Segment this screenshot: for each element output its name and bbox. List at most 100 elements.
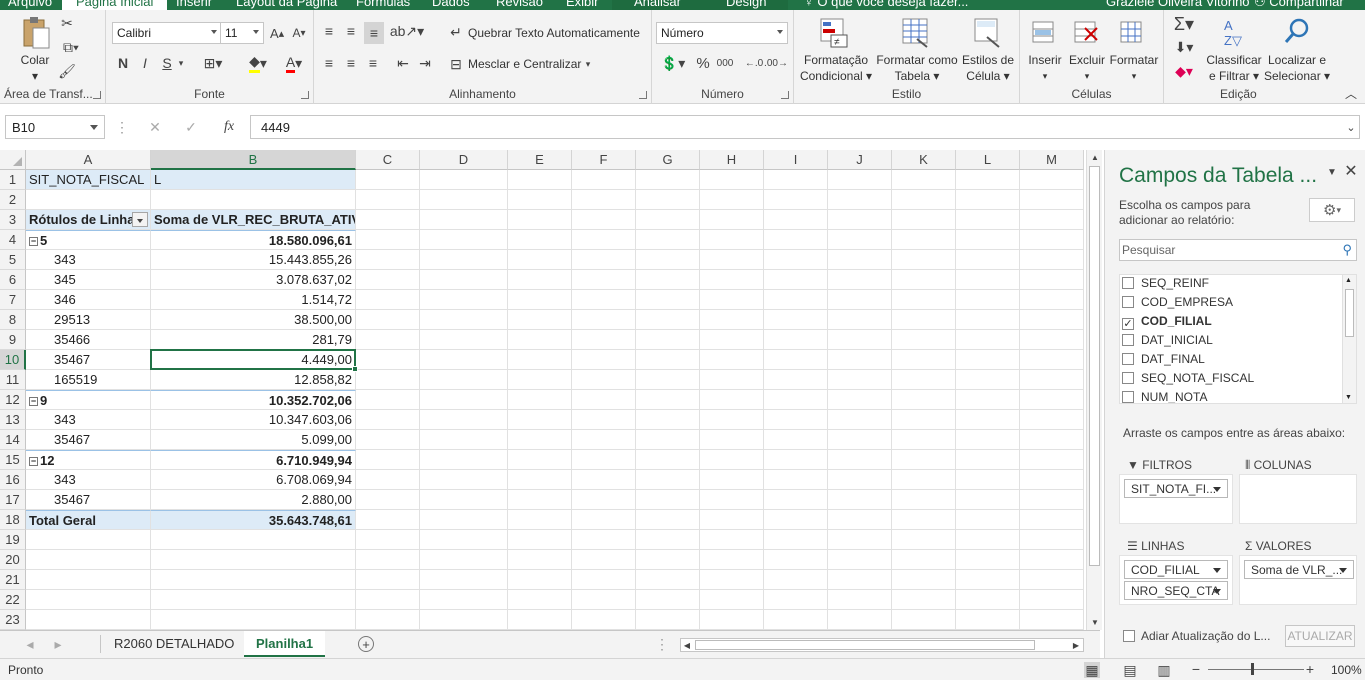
- cell-b15[interactable]: 6.710.949,94: [151, 450, 356, 470]
- cell-i2[interactable]: [764, 190, 828, 210]
- update-button[interactable]: ATUALIZAR: [1285, 625, 1355, 647]
- cell-j21[interactable]: [828, 570, 892, 590]
- cell-b4[interactable]: 18.580.096,61: [151, 230, 356, 250]
- tab-split-grip-icon[interactable]: ⋮: [655, 636, 669, 652]
- cell-l8[interactable]: [956, 310, 1020, 330]
- cell-c3[interactable]: [356, 210, 420, 230]
- cell-d19[interactable]: [420, 530, 508, 550]
- cell-f17[interactable]: [572, 490, 636, 510]
- fill-icon[interactable]: ⬇▾: [1170, 38, 1198, 56]
- merge-center-button[interactable]: Mesclar e Centralizar: [468, 57, 581, 71]
- cell-g9[interactable]: [636, 330, 700, 350]
- cell-b13[interactable]: 10.347.603,06: [151, 410, 356, 430]
- cell-a21[interactable]: [26, 570, 151, 590]
- formula-input[interactable]: 4449: [250, 115, 1360, 139]
- cell-e6[interactable]: [508, 270, 572, 290]
- cell-e11[interactable]: [508, 370, 572, 390]
- cell-h10[interactable]: [700, 350, 764, 370]
- cell-f7[interactable]: [572, 290, 636, 310]
- cell-h19[interactable]: [700, 530, 764, 550]
- filter-field-pill[interactable]: SIT_NOTA_FI...: [1124, 479, 1228, 498]
- cell-j13[interactable]: [828, 410, 892, 430]
- font-launcher-icon[interactable]: [301, 91, 309, 99]
- decrease-decimal-icon[interactable]: .00→: [764, 54, 788, 72]
- cell-j16[interactable]: [828, 470, 892, 490]
- cell-k12[interactable]: [892, 390, 956, 410]
- cell-f13[interactable]: [572, 410, 636, 430]
- tab-exibir[interactable]: Exibir: [566, 0, 599, 9]
- cell-j23[interactable]: [828, 610, 892, 630]
- cell-i3[interactable]: [764, 210, 828, 230]
- delete-cells-label[interactable]: Excluir: [1066, 52, 1108, 68]
- cell-c21[interactable]: [356, 570, 420, 590]
- sheet-next-icon[interactable]: ▸: [52, 636, 64, 652]
- cell-b21[interactable]: [151, 570, 356, 590]
- checkbox-icon[interactable]: [1122, 296, 1134, 308]
- cell-g16[interactable]: [636, 470, 700, 490]
- cell-f23[interactable]: [572, 610, 636, 630]
- cell-i17[interactable]: [764, 490, 828, 510]
- format-as-table-label[interactable]: Formatar como: [874, 52, 960, 68]
- cell-c6[interactable]: [356, 270, 420, 290]
- cell-a6[interactable]: 345: [26, 270, 151, 290]
- cell-f18[interactable]: [572, 510, 636, 530]
- cell-f9[interactable]: [572, 330, 636, 350]
- align-left-icon[interactable]: ≡: [320, 54, 338, 72]
- cell-m15[interactable]: [1020, 450, 1084, 470]
- cell-b8[interactable]: 38.500,00: [151, 310, 356, 330]
- cell-b19[interactable]: [151, 530, 356, 550]
- cell-a12[interactable]: −9: [26, 390, 151, 410]
- cell-e22[interactable]: [508, 590, 572, 610]
- cell-a5[interactable]: 343: [26, 250, 151, 270]
- shrink-font-icon[interactable]: A ▾: [290, 24, 308, 42]
- cell-m22[interactable]: [1020, 590, 1084, 610]
- find-select-label-2[interactable]: Selecionar ▾: [1264, 68, 1330, 84]
- find-select-icon[interactable]: [1282, 16, 1312, 48]
- cell-h16[interactable]: [700, 470, 764, 490]
- cell-e17[interactable]: [508, 490, 572, 510]
- page-layout-view-icon[interactable]: ▤: [1122, 662, 1138, 678]
- cell-i23[interactable]: [764, 610, 828, 630]
- increase-indent-icon[interactable]: ⇥: [416, 54, 434, 72]
- cell-l23[interactable]: [956, 610, 1020, 630]
- cell-m3[interactable]: [1020, 210, 1084, 230]
- cell-i11[interactable]: [764, 370, 828, 390]
- cell-m7[interactable]: [1020, 290, 1084, 310]
- paste-button[interactable]: Colar: [14, 52, 56, 68]
- row-header-12[interactable]: 12: [0, 390, 26, 410]
- cell-k11[interactable]: [892, 370, 956, 390]
- cell-h12[interactable]: [700, 390, 764, 410]
- format-as-table-icon[interactable]: [900, 16, 932, 50]
- conditional-formatting-label-2[interactable]: Condicional ▾: [796, 68, 876, 84]
- cell-c17[interactable]: [356, 490, 420, 510]
- increase-decimal-icon[interactable]: ←.0: [744, 54, 764, 72]
- cell-a15[interactable]: −12: [26, 450, 151, 470]
- cell-d4[interactable]: [420, 230, 508, 250]
- cell-d13[interactable]: [420, 410, 508, 430]
- cell-a7[interactable]: 346: [26, 290, 151, 310]
- cell-k20[interactable]: [892, 550, 956, 570]
- sheet-prev-icon[interactable]: ◂: [24, 636, 36, 652]
- decrease-indent-icon[interactable]: ⇤: [394, 54, 412, 72]
- wrap-text-icon[interactable]: ↵: [448, 24, 464, 40]
- cell-l19[interactable]: [956, 530, 1020, 550]
- cell-m13[interactable]: [1020, 410, 1084, 430]
- zoom-slider[interactable]: [1208, 669, 1304, 670]
- cell-d12[interactable]: [420, 390, 508, 410]
- enter-icon[interactable]: ✓: [182, 119, 200, 135]
- cell-m21[interactable]: [1020, 570, 1084, 590]
- column-header-b[interactable]: B: [151, 150, 356, 170]
- cell-c9[interactable]: [356, 330, 420, 350]
- cell-e23[interactable]: [508, 610, 572, 630]
- orientation-icon[interactable]: ab↗▾: [390, 22, 424, 40]
- checkbox-icon[interactable]: [1122, 391, 1134, 403]
- cell-l18[interactable]: [956, 510, 1020, 530]
- cell-g2[interactable]: [636, 190, 700, 210]
- cell-d10[interactable]: [420, 350, 508, 370]
- cell-h13[interactable]: [700, 410, 764, 430]
- cell-g22[interactable]: [636, 590, 700, 610]
- horizontal-scrollbar[interactable]: ◀ ▶: [680, 638, 1084, 652]
- sort-filter-label-2[interactable]: e Filtrar ▾: [1202, 68, 1266, 84]
- cell-d8[interactable]: [420, 310, 508, 330]
- cell-a14[interactable]: 35467: [26, 430, 151, 450]
